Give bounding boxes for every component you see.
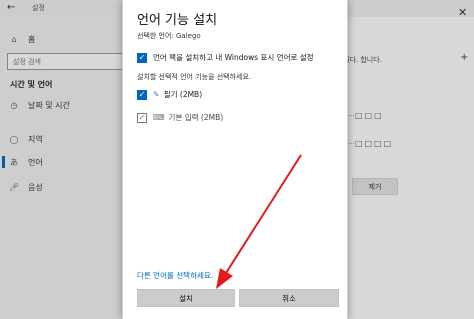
feature-label: 필기 (2MB): [163, 90, 203, 99]
set-display-language-option[interactable]: ✓ 언어 팩을 설치하고 내 Windows 표시 언어로 설정: [137, 52, 314, 63]
checkbox-disabled-icon[interactable]: ✓: [137, 112, 147, 123]
instruction-text: 설치할 선택적 언어 기능을 선택하세요.: [137, 73, 252, 81]
selected-language-text: 선택한 언어: Galego: [137, 32, 201, 40]
keyboard-icon: ⌨: [153, 113, 165, 122]
checkbox-checked-icon[interactable]: ✓: [137, 52, 147, 63]
dialog-title: 언어 기능 설치: [137, 13, 218, 28]
install-language-features-dialog: 언어 기능 설치 선택한 언어: Galego ✓ 언어 팩을 설치하고 내 W…: [122, 0, 348, 319]
install-button[interactable]: 설치: [137, 289, 235, 307]
option-label: 언어 팩을 설치하고 내 Windows 표시 언어로 설정: [153, 53, 314, 62]
checkbox-checked-icon[interactable]: ✓: [137, 89, 147, 100]
feature-handwriting[interactable]: ✓ ✎ 필기 (2MB): [137, 89, 202, 100]
feature-basic-typing[interactable]: ✓ ⌨ 기본 입력 (2MB): [137, 112, 223, 123]
feature-label: 기본 입력 (2MB): [168, 113, 224, 122]
handwriting-icon: ✎: [153, 90, 160, 99]
cancel-button[interactable]: 취소: [239, 289, 339, 307]
choose-other-language-link[interactable]: 다른 언어를 선택하세요.: [137, 270, 213, 281]
